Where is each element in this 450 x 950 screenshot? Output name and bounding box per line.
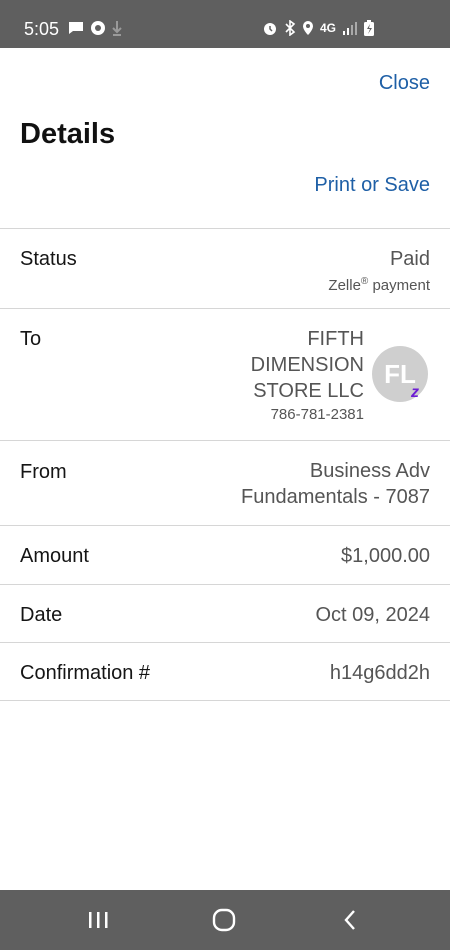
date-value: Oct 09, 2024 bbox=[315, 604, 430, 626]
back-button[interactable] bbox=[324, 890, 376, 950]
divider bbox=[0, 228, 450, 229]
recipient-name: FIFTH DIMENSION STORE LLC bbox=[250, 328, 364, 402]
payment-method: Zelle® payment bbox=[328, 276, 430, 294]
divider bbox=[0, 525, 450, 526]
bluetooth-icon bbox=[285, 20, 296, 36]
to-label: To bbox=[20, 328, 42, 350]
divider bbox=[0, 440, 450, 441]
from-account-line1: Business Adv bbox=[309, 460, 430, 482]
download-icon bbox=[112, 21, 122, 36]
page-title: Details bbox=[20, 118, 116, 150]
divider bbox=[0, 700, 450, 701]
battery-charging-icon bbox=[364, 20, 374, 36]
status-value: Paid bbox=[389, 248, 430, 270]
recent-apps-icon bbox=[89, 912, 108, 928]
date-label: Date bbox=[20, 604, 63, 626]
message-icon bbox=[69, 22, 83, 34]
amount-label: Amount bbox=[20, 545, 89, 567]
recent-apps-button[interactable] bbox=[72, 890, 124, 950]
app-icon bbox=[91, 21, 105, 35]
divider bbox=[0, 584, 450, 585]
4g-lte-icon: 4G bbox=[319, 21, 336, 35]
confirmation-value: h14g6dd2h bbox=[329, 662, 430, 684]
status-bar: 5:05 4G bbox=[0, 0, 450, 48]
back-icon bbox=[344, 910, 355, 930]
zelle-icon: z bbox=[411, 384, 419, 401]
divider bbox=[0, 642, 450, 643]
status-time: 5:05 bbox=[24, 19, 60, 39]
amount-value: $1,000.00 bbox=[341, 545, 430, 567]
recipient-phone: 786-781-2381 bbox=[270, 406, 364, 423]
from-account-line2: Fundamentals - 7087 bbox=[240, 486, 430, 508]
from-label: From bbox=[20, 461, 67, 483]
divider bbox=[0, 308, 450, 309]
signal-icon bbox=[343, 22, 357, 35]
confirmation-label: Confirmation # bbox=[20, 662, 151, 684]
navigation-bar bbox=[0, 890, 450, 950]
location-icon bbox=[302, 21, 313, 35]
avatar: FL bbox=[372, 346, 428, 402]
print-or-save-button[interactable]: Print or Save bbox=[314, 174, 430, 197]
home-button[interactable] bbox=[198, 890, 250, 950]
alarm-icon bbox=[263, 23, 276, 35]
close-button[interactable]: Close bbox=[379, 72, 430, 95]
home-icon bbox=[212, 908, 236, 932]
status-label: Status bbox=[20, 248, 77, 270]
